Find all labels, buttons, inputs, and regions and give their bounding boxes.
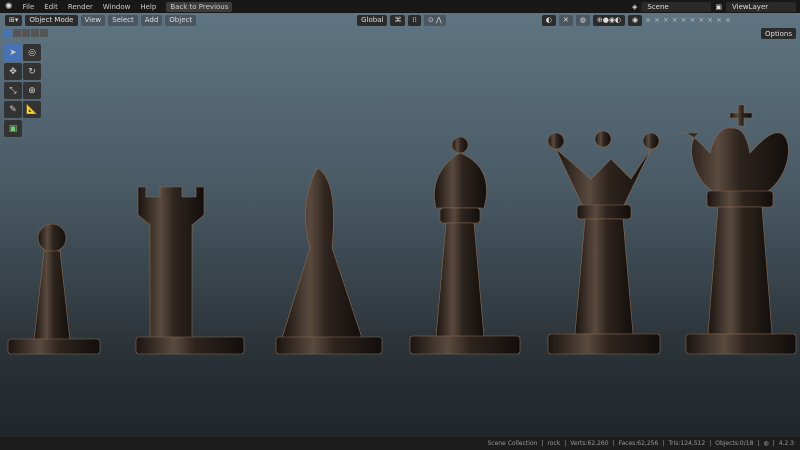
menu-render[interactable]: Render (68, 3, 93, 11)
menu-edit[interactable]: Edit (44, 3, 58, 11)
status-verts: Verts:62,260 (570, 440, 609, 447)
select-mode-buttons[interactable] (4, 29, 48, 37)
view-toggle-icon[interactable]: ◉ (628, 14, 643, 26)
menu-add[interactable]: Add (140, 14, 163, 26)
snap-icon[interactable]: ⁞⁞ (408, 14, 421, 26)
measure-tool-icon[interactable]: 📐 (23, 101, 41, 118)
menu-file[interactable]: File (23, 3, 35, 11)
scale-tool-icon[interactable]: ⤡ (4, 82, 22, 99)
transform-tool-icon[interactable]: ⊕ (23, 82, 41, 99)
pivot-icon[interactable]: ⌘ (390, 14, 406, 26)
shading-modes[interactable]: ⊕●◉◐ (592, 14, 626, 26)
toolbar: ➤ ◎ ✥ ↻ ⤡ ⊕ ✎ 📐 ▣ (4, 44, 41, 137)
status-object: rock (547, 440, 561, 447)
chess-pieces (7, 104, 797, 355)
visibility-icon[interactable]: ◐ (541, 14, 556, 26)
viewport-header: ⊞▾ Object Mode View Select Add Object Gl… (0, 13, 800, 27)
proportional-edit-icon[interactable]: ⊙ ⋀ (423, 14, 446, 26)
view-layer-field[interactable]: ViewLayer (726, 1, 796, 12)
back-to-previous-button[interactable]: Back to Previous (166, 1, 233, 12)
blender-logo-icon[interactable]: ✺ (5, 2, 13, 12)
orientation-dropdown[interactable]: Global (357, 14, 388, 26)
cursor-tool-icon[interactable]: ◎ (23, 44, 41, 61)
queen[interactable] (547, 130, 661, 355)
view-layer-icon[interactable]: ▣ (715, 3, 722, 11)
menu-view[interactable]: View (80, 14, 106, 26)
menu-object[interactable]: Object (165, 14, 197, 26)
overlay-icon[interactable]: ◍ (575, 14, 590, 26)
menu-window[interactable]: Window (103, 3, 131, 11)
status-version: 4.2.3 (778, 440, 794, 447)
bishop[interactable] (409, 136, 521, 355)
knight[interactable] (275, 167, 383, 355)
status-objects: Objects:0/18 (715, 440, 754, 447)
status-collection: Scene Collection (487, 440, 538, 447)
editor-type-icon[interactable]: ⊞▾ (5, 14, 23, 26)
gizmo-icon[interactable]: ✕ (558, 14, 573, 26)
king[interactable] (679, 104, 797, 355)
options-dropdown[interactable]: Options (760, 28, 796, 39)
mode-dropdown[interactable]: Object Mode (25, 14, 78, 26)
add-cube-tool-icon[interactable]: ▣ (4, 120, 22, 137)
menu-help[interactable]: Help (140, 3, 156, 11)
rook[interactable] (135, 186, 245, 355)
menu-select[interactable]: Select (108, 14, 138, 26)
scene-icon[interactable]: ◈ (632, 3, 637, 11)
status-faces: Faces:62,256 (618, 440, 659, 447)
annotate-tool-icon[interactable]: ✎ (4, 101, 22, 118)
rotate-tool-icon[interactable]: ↻ (23, 63, 41, 80)
restrict-toggles[interactable]: ⨯⨯⨯⨯⨯⨯⨯⨯⨯⨯ (645, 16, 734, 24)
memory-icon: ◍ (763, 440, 769, 447)
status-tris: Tris:124,512 (668, 440, 706, 447)
status-bar: Scene Collection | rock | Verts:62,260 | Fa… (0, 437, 800, 450)
pawn[interactable] (7, 223, 101, 355)
scene-field[interactable]: Scene (641, 1, 712, 12)
move-tool-icon[interactable]: ✥ (4, 63, 22, 80)
top-bar: ✺ File Edit Render Window Help Back to P… (0, 0, 800, 13)
select-tool-icon[interactable]: ➤ (4, 44, 22, 61)
